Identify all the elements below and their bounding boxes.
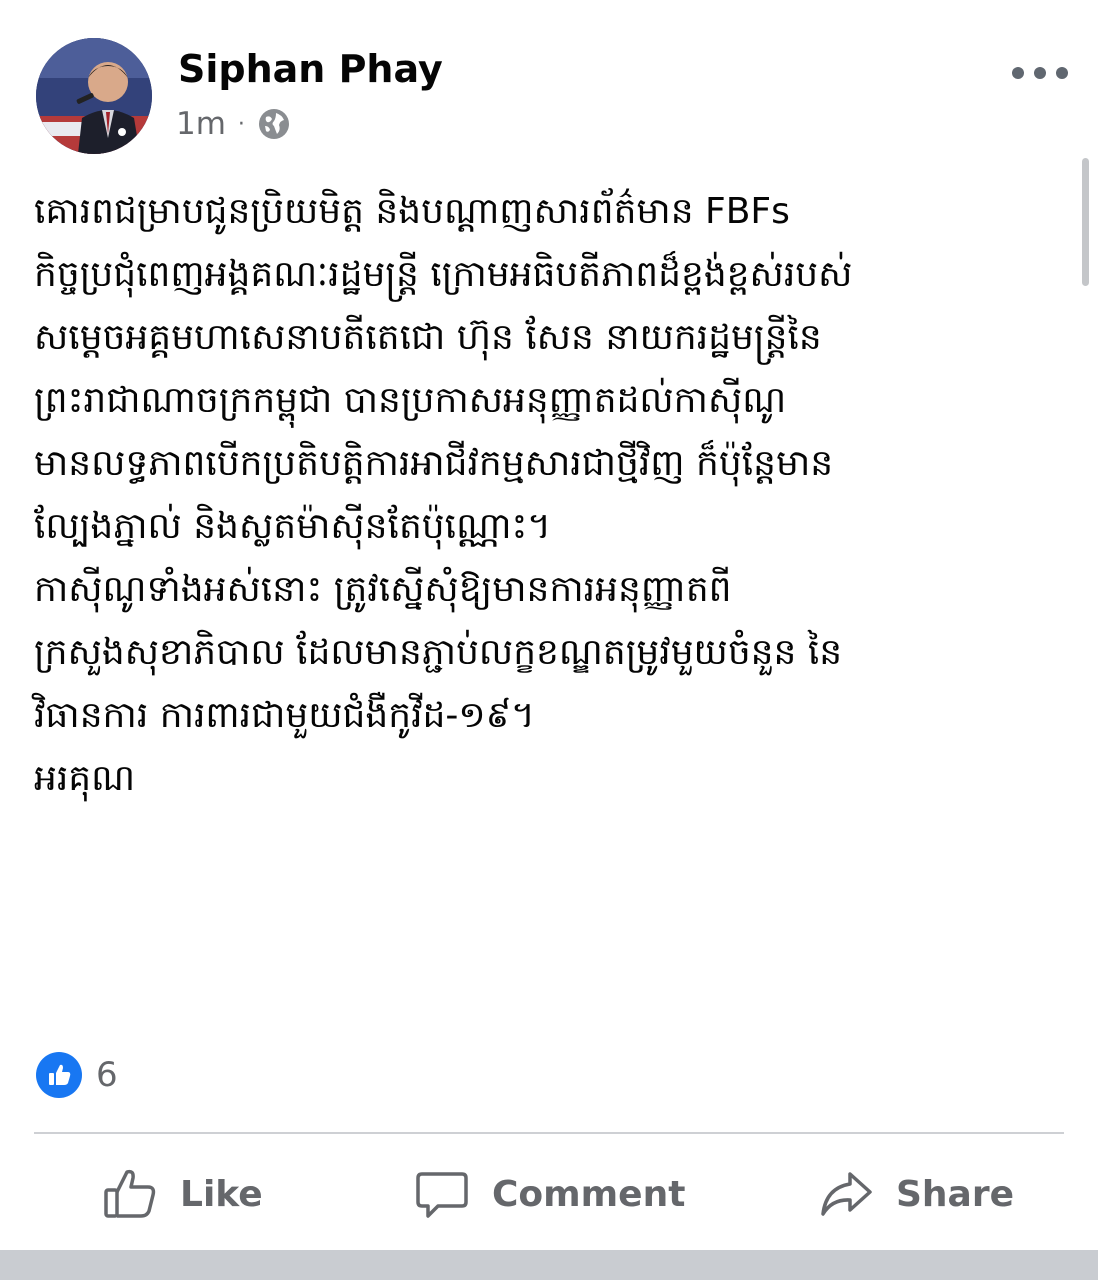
divider [34,1132,1064,1134]
post-text: គោរពជម្រាបជូនប្រិយមិត្ត និងបណ្តាញសារព័ត៌… [34,180,1054,810]
author-avatar[interactable] [36,38,152,154]
post-text-line: អរគុណ [34,758,136,799]
feed-separator [0,1250,1098,1280]
scrollbar[interactable] [1082,158,1089,286]
author-name[interactable]: Siphan Phay [178,44,443,94]
facebook-post: Siphan Phay 1m · គោរពជម្រាបជូនប្រិយមិត្ត… [0,0,1098,1250]
post-text-line: សម្តេចអគ្គមហាសេនាបតីតេជោ ហ៊ុន សែន នាយករដ… [34,317,822,358]
post-text-line: កាស៊ីណូទាំងអស់នោះ ត្រូវស្នើសុំឱ្យមានការអ… [34,569,732,610]
post-text-line: គោរពជម្រាបជូនប្រិយមិត្ត និងបណ្តាញសារព័ត៌… [34,191,790,232]
post-text-line: ក្រសួងសុខាភិបាល ដែលមានភ្ជាប់លក្ខខណ្ឌតម្រ… [34,632,843,673]
post-timestamp[interactable]: 1m [176,106,226,142]
like-label: Like [180,1173,263,1215]
comment-icon [416,1172,468,1218]
post-meta: 1m · [176,104,291,144]
more-options-icon[interactable] [1012,60,1068,86]
share-icon [821,1172,872,1216]
reaction-count: 6 [96,1055,118,1095]
meta-separator: · [237,111,245,137]
post-text-line: ល្បែងភ្នាល់ និងស្លតម៉ាស៊ីនតែប៉ុណ្ណោះ។ [34,506,551,547]
like-reaction-icon [36,1052,82,1098]
thumbs-up-icon [104,1169,156,1218]
share-button[interactable]: Share [818,1150,1014,1238]
post-text-line: ព្រះរាជាណាចក្រកម្ពុជា បានប្រកាសអនុញ្ញាតដ… [34,380,787,421]
reactions-summary[interactable]: 6 [36,1052,118,1098]
post-text-line: កិច្ចប្រជុំពេញអង្គគណៈរដ្ឋមន្ត្រី ក្រោមអធ… [34,254,853,295]
globe-icon [258,109,289,139]
post-actions: Like Comment Share [0,1150,1098,1238]
comment-button[interactable]: Comment [414,1150,685,1238]
post-text-line: វិធានការ ការពារជាមួយជំងឺកូវីដ-១៩។ [34,695,535,736]
post-text-line: មានលទ្ធភាពបើកប្រតិបត្តិការអាជីវកម្មសារជា… [34,443,834,484]
comment-label: Comment [492,1173,686,1215]
like-button[interactable]: Like [102,1150,263,1238]
share-label: Share [896,1173,1015,1215]
